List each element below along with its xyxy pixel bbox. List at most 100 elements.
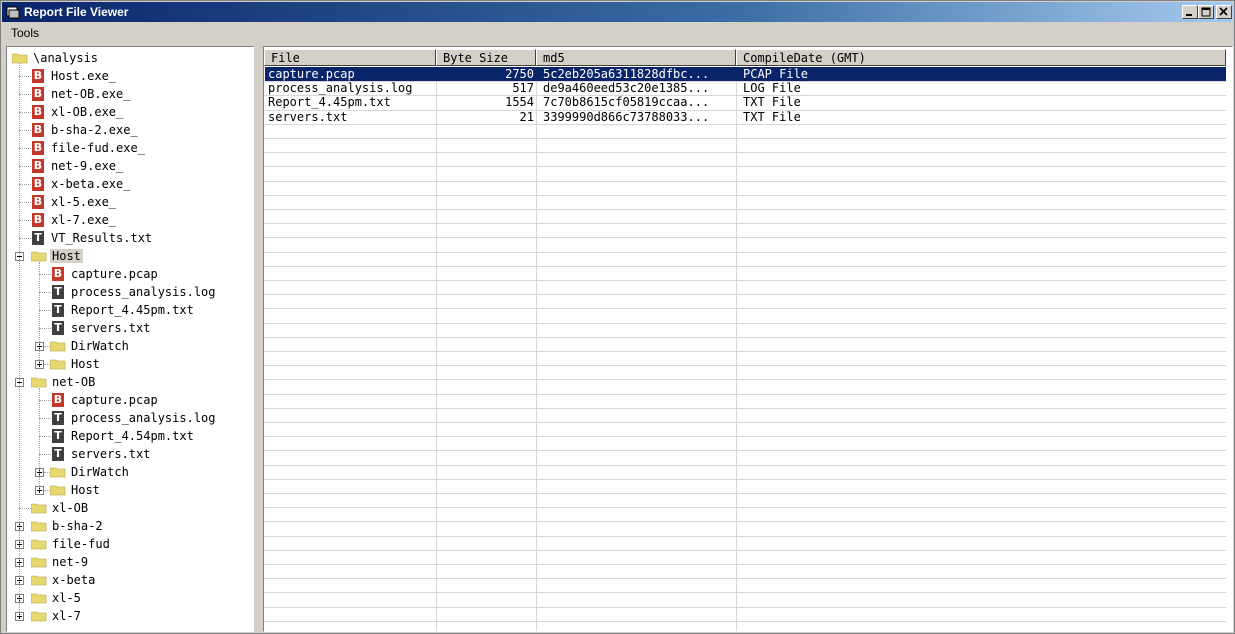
grid-line: [264, 436, 1226, 438]
grid-line: [264, 606, 1226, 608]
grid-line: [264, 521, 1226, 523]
grid-line: [264, 578, 1226, 580]
tree-item-label: xl-5.exe_: [51, 195, 117, 209]
binary-file-icon: B: [32, 69, 44, 83]
folder-icon: [31, 539, 47, 550]
close-button[interactable]: [1216, 5, 1232, 19]
list-row[interactable]: capture.pcap 2750 5c2eb205a6311828dfbc... P…: [265, 67, 1226, 81]
grid-line: [264, 620, 1226, 622]
grid-line: [264, 336, 1226, 338]
list-row[interactable]: process_analysis.log 517 de9a460eed53c20e1…: [265, 81, 1226, 95]
tree-item-label: servers.txt: [71, 447, 151, 461]
tree-item-file[interactable]: Bxl-7.exe_: [7, 211, 253, 229]
folder-icon: [31, 557, 47, 568]
list-cell-size: 2750: [505, 67, 534, 81]
binary-file-icon: B: [32, 195, 44, 209]
tree-item-file[interactable]: Bxl-OB.exe_: [7, 103, 253, 121]
grid-line: [264, 507, 1226, 509]
tree-folder-net-ob[interactable]: net-OB: [7, 373, 253, 391]
list-cell-date: LOG File: [743, 81, 801, 96]
folder-icon: [50, 341, 66, 352]
grid-line: [436, 66, 437, 631]
tree-line: [39, 262, 40, 364]
tree-folder-b-sha-2[interactable]: b-sha-2: [7, 517, 253, 535]
grid-line: [264, 166, 1226, 168]
tree-item-label: Host: [71, 357, 100, 371]
folder-icon: [31, 251, 47, 262]
list-cell-md5: de9a460eed53c20e1385...: [543, 81, 710, 96]
grid-line: [264, 407, 1226, 409]
text-file-icon: T: [52, 303, 64, 317]
folder-icon: [12, 53, 28, 64]
tree-line: [19, 63, 20, 616]
grid-line: [264, 535, 1226, 537]
tree-folder-host[interactable]: Host: [7, 247, 253, 265]
tree-item-label: VT_Results.txt: [51, 231, 153, 245]
grid-line: [264, 308, 1226, 310]
grid-line: [264, 478, 1226, 480]
minimize-button[interactable]: [1182, 5, 1198, 19]
tree-item-file[interactable]: Bxl-5.exe_: [7, 193, 253, 211]
column-header-file[interactable]: File: [264, 49, 436, 66]
grid-line: [264, 393, 1226, 395]
tree-folder-xl-5[interactable]: xl-5: [7, 589, 253, 607]
tree-folder-xl-ob[interactable]: xl-OB: [7, 499, 253, 517]
menu-tools[interactable]: Tools: [11, 26, 39, 40]
tree-item-label: xl-5: [52, 591, 81, 605]
tree-item-label: xl-7: [52, 609, 81, 623]
list-cell-md5: 7c70b8615cf05819ccaa...: [543, 95, 710, 110]
list-row[interactable]: servers.txt 21 3399990d866c73788033... TXT …: [265, 110, 1226, 124]
column-header-md5[interactable]: md5: [536, 49, 736, 66]
list-cell-file: servers.txt: [268, 109, 348, 124]
tree-root[interactable]: \analysis: [7, 49, 253, 67]
tree-folder-file-fud[interactable]: file-fud: [7, 535, 253, 553]
tree-line: [19, 202, 31, 203]
maximize-icon: [1201, 7, 1211, 17]
tree-line: [44, 490, 50, 491]
tree-item-file[interactable]: Bnet-9.exe_: [7, 157, 253, 175]
app-window: Report File Viewer Tools \analysis B Host.…: [0, 0, 1235, 634]
title-bar[interactable]: Report File Viewer: [2, 2, 1233, 22]
maximize-button[interactable]: [1198, 5, 1214, 19]
file-tree[interactable]: \analysis B Host.exe_ Bnet-OB.exe_ Bxl-OB.ex…: [6, 46, 254, 632]
tree-item-file[interactable]: T VT_Results.txt: [7, 229, 253, 247]
folder-icon: [50, 359, 66, 370]
tree-item-file[interactable]: B Host.exe_: [7, 67, 253, 85]
text-file-icon: T: [52, 285, 64, 299]
column-header-byte-size[interactable]: Byte Size: [436, 49, 536, 66]
tree-item-file[interactable]: Bfile-fud.exe_: [7, 139, 253, 157]
binary-file-icon: B: [32, 123, 44, 137]
tree-item-label: Report_4.45pm.txt: [71, 303, 194, 317]
tree-item-label: b-sha-2: [52, 519, 103, 533]
tree-item-file[interactable]: Bx-beta.exe_: [7, 175, 253, 193]
grid-line: [536, 66, 537, 631]
tree-folder-net-9[interactable]: net-9: [7, 553, 253, 571]
grid-line: [264, 464, 1226, 466]
tree-item-label: file-fud.exe_: [51, 141, 145, 155]
tree-folder-x-beta[interactable]: x-beta: [7, 571, 253, 589]
grid-line: [264, 294, 1226, 296]
folder-icon: [31, 593, 47, 604]
grid-line: [264, 251, 1226, 253]
tree-line: [39, 436, 51, 437]
tree-line: [19, 220, 31, 221]
app-icon: [6, 6, 20, 19]
grid-line: [264, 280, 1226, 281]
tree-item-label: Host: [71, 483, 100, 497]
grid-line: [264, 365, 1226, 367]
text-file-icon: T: [52, 429, 64, 443]
tree-folder-xl-7[interactable]: xl-7: [7, 607, 253, 625]
folder-icon: [31, 611, 47, 622]
tree-item-file[interactable]: Bb-sha-2.exe_: [7, 121, 253, 139]
list-cell-md5: 3399990d866c73788033...: [543, 109, 710, 124]
folder-icon: [50, 467, 66, 478]
list-cell-date: TXT File: [743, 95, 801, 110]
tree-line: [39, 274, 51, 275]
column-header-compile-date[interactable]: CompileDate (GMT): [736, 49, 1226, 66]
list-row[interactable]: Report_4.45pm.txt 1554 7c70b8615cf05819cca…: [265, 95, 1226, 109]
tree-item-file[interactable]: Bnet-OB.exe_: [7, 85, 253, 103]
binary-file-icon: B: [32, 141, 44, 155]
file-list[interactable]: File Byte Size md5 CompileDate (GMT) cap…: [263, 46, 1233, 632]
menu-bar: Tools: [2, 23, 1233, 43]
tree-line: [39, 418, 51, 419]
